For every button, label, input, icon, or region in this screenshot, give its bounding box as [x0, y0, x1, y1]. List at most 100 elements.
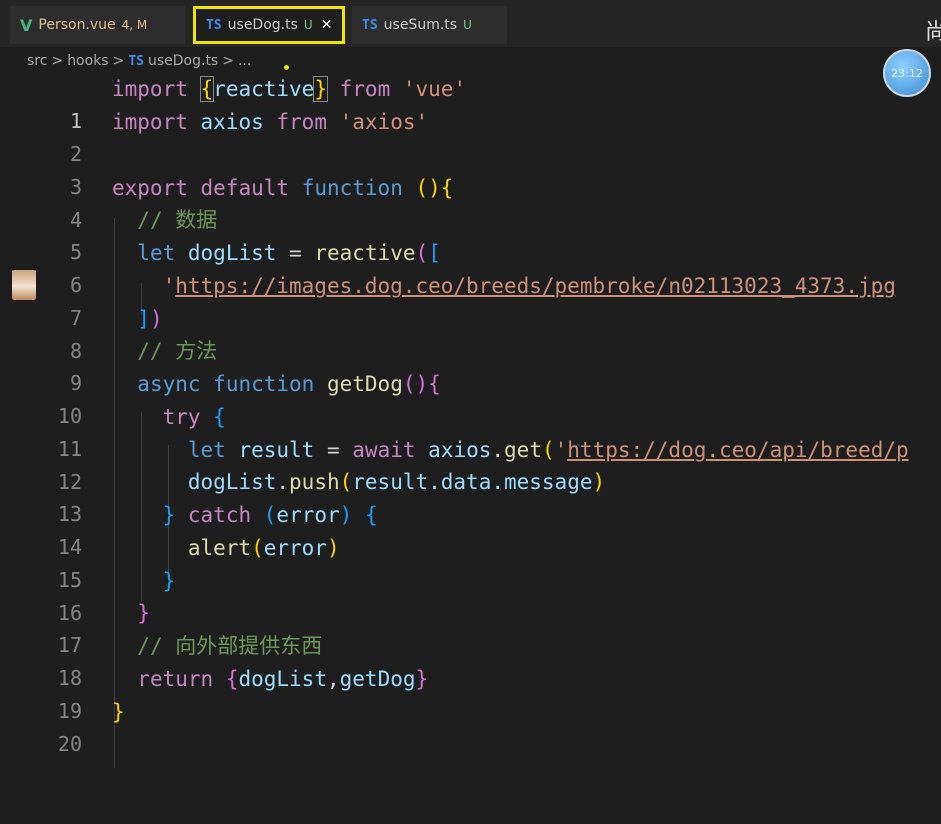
- token: result: [238, 438, 315, 462]
- token: let: [137, 241, 176, 265]
- token: from: [339, 77, 391, 101]
- token: result.data.message: [352, 470, 593, 494]
- token: {: [364, 503, 378, 527]
- token: {: [428, 372, 441, 396]
- token: let: [187, 438, 226, 462]
- code-line: 12 let result = await axios.get('https:/…: [0, 434, 941, 494]
- tab-label: Person.vue: [38, 17, 116, 33]
- token: (: [251, 536, 264, 560]
- token: (: [339, 470, 353, 494]
- token: {: [225, 667, 239, 691]
- tab-badge: U: [463, 18, 472, 32]
- code-line: 8 ]): [0, 303, 941, 363]
- token: }: [162, 569, 176, 593]
- tab-bar: V Person.vue 4, M TS useDog.ts U ✕ TS us…: [0, 0, 941, 47]
- token: ]: [137, 307, 150, 331]
- chevron-right-icon: >: [222, 53, 234, 69]
- comment: // 方法: [137, 339, 218, 363]
- token: ': [554, 438, 568, 462]
- token: axios: [428, 438, 492, 462]
- token: async: [137, 372, 201, 396]
- typescript-file-icon: TS: [206, 17, 222, 33]
- line-number: 20: [57, 732, 82, 756]
- url-link[interactable]: https://dog.ceo/api/breed/p: [567, 438, 908, 462]
- tab-label: useDog.ts: [227, 17, 298, 33]
- token: =: [289, 241, 302, 265]
- token: return: [137, 667, 214, 691]
- code-line: 14 } catch (error) {: [0, 499, 941, 559]
- token: error: [263, 536, 327, 560]
- token: axios: [200, 110, 264, 134]
- token: alert: [187, 536, 252, 560]
- token: (): [415, 176, 441, 200]
- token: }: [415, 667, 429, 691]
- code-line: 15 alert(error): [0, 532, 941, 592]
- token: import: [112, 110, 188, 134]
- code-line: 13 dogList.push(result.data.message): [0, 466, 941, 526]
- token: ): [339, 503, 353, 527]
- token: ,: [326, 667, 340, 691]
- chevron-right-icon: >: [112, 53, 125, 69]
- token: }: [112, 700, 125, 724]
- token: (: [541, 438, 555, 462]
- breadcrumb-hooks[interactable]: hooks: [67, 53, 108, 69]
- token: dogList: [187, 470, 277, 494]
- chevron-right-icon: >: [51, 53, 64, 69]
- code-line: 3: [0, 139, 941, 199]
- token: await: [352, 438, 416, 462]
- code-line: 5 // 数据: [0, 204, 941, 264]
- token: function: [301, 176, 403, 200]
- comment: // 数据: [137, 208, 218, 232]
- code-line: 19 return {dogList,getDog}: [0, 663, 941, 723]
- token: reactive: [213, 77, 315, 101]
- close-icon[interactable]: ✕: [321, 17, 333, 33]
- code-line: 16 }: [0, 565, 941, 625]
- token: catch: [187, 503, 252, 527]
- token: getDog: [326, 372, 403, 396]
- token: (): [402, 372, 429, 396]
- token: from: [276, 110, 327, 134]
- token: }: [137, 601, 150, 625]
- token: 'axios': [339, 110, 429, 134]
- token: push: [289, 470, 340, 494]
- code-line: 20 }: [0, 696, 941, 756]
- token: =: [326, 438, 340, 462]
- tab-usedog-ts[interactable]: TS useDog.ts U ✕: [193, 6, 345, 44]
- corner-glyph: 尚: [925, 20, 941, 45]
- token: (: [263, 503, 277, 527]
- token: ': [162, 274, 176, 298]
- typescript-file-icon: TS: [128, 53, 144, 69]
- token: reactive: [314, 241, 416, 265]
- token: {: [213, 405, 226, 429]
- code-line: 7 'https://images.dog.ceo/breeds/pembrok…: [0, 270, 941, 330]
- code-line: 9 // 方法: [0, 335, 941, 395]
- breadcrumb-src[interactable]: src: [27, 53, 47, 69]
- code-editor[interactable]: 1 import {reactive} from 'vue' 2 import …: [0, 73, 941, 768]
- token: import: [112, 77, 188, 101]
- code-line: 18 // 向外部提供东西: [0, 630, 941, 690]
- breadcrumb-file[interactable]: useDog.ts: [148, 53, 218, 69]
- token: try: [162, 405, 201, 429]
- code-line: 10 async function getDog(){: [0, 368, 941, 428]
- code-line: 2 import axios from 'axios': [0, 106, 941, 166]
- code-line: 11 try {: [0, 401, 941, 461]
- tab-usesum-ts[interactable]: TS useSum.ts U: [352, 6, 507, 44]
- token: getDog: [339, 667, 416, 691]
- cursor-dot: [284, 65, 289, 70]
- token: [: [428, 241, 441, 265]
- token: 'vue': [402, 77, 467, 101]
- comment: // 向外部提供东西: [137, 634, 323, 658]
- token: (: [415, 241, 429, 265]
- tab-person-vue[interactable]: V Person.vue 4, M: [10, 6, 185, 44]
- token: }: [313, 76, 328, 102]
- token: }: [162, 503, 176, 527]
- url-link[interactable]: https://images.dog.ceo/breeds/pembroke/n…: [175, 274, 896, 298]
- code-line: 1 import {reactive} from 'vue': [0, 73, 941, 133]
- token: ): [592, 470, 606, 494]
- token: error: [276, 503, 340, 527]
- breadcrumb-more[interactable]: ...: [238, 53, 251, 69]
- token: ): [326, 536, 340, 560]
- token: export: [112, 176, 188, 200]
- token: dogList: [238, 667, 327, 691]
- token: dogList: [187, 241, 277, 265]
